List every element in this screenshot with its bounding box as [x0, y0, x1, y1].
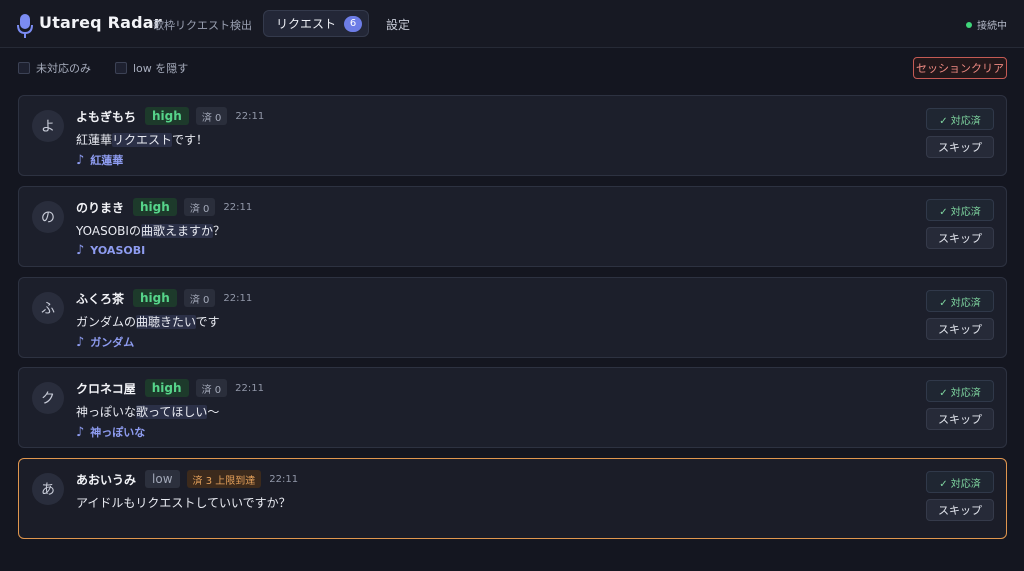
request-message: 神っぽいな歌ってほしい〜: [76, 403, 219, 420]
microphone-icon: [17, 14, 33, 38]
handled-count-badge: 済 0: [183, 289, 216, 307]
priority-badge: low: [145, 470, 180, 488]
detected-song: ♪ YOASOBI: [76, 243, 145, 258]
app-header: Utareq Radar 歌枠リクエスト検出 リクエスト 6 設定 接続中: [0, 0, 1024, 48]
user-name: ふくろ茶: [76, 291, 125, 306]
request-card: ク クロネコ屋 high 済 0 22:11 神っぽいな歌ってほしい〜 ♪ 神っ…: [18, 367, 1007, 448]
skip-button[interactable]: スキップ: [926, 408, 994, 430]
skip-button[interactable]: スキップ: [926, 136, 994, 158]
status-label: 接続中: [977, 21, 1007, 32]
message-text-tail: です！: [172, 133, 209, 147]
timestamp: 22:11: [223, 201, 253, 213]
filter-hide-low[interactable]: low を隠す: [115, 60, 188, 76]
message-text: アイドルもリクエストしていいですか？: [76, 496, 291, 510]
message-highlight: リクエスト: [112, 133, 173, 147]
request-card: の のりまき high 済 0 22:11 YOASOBIの曲歌えますか？ ♪ …: [18, 186, 1007, 267]
avatar: ふ: [32, 292, 64, 324]
skip-button[interactable]: スキップ: [926, 499, 994, 521]
tab-requests-label: リクエスト: [276, 17, 337, 31]
request-message: 紅蓮華リクエストです！: [76, 131, 208, 148]
handled-count-badge: 済 0: [195, 379, 228, 397]
handled-count-badge: 済 0: [195, 107, 228, 125]
mark-done-button[interactable]: ✓ 対応済: [926, 199, 994, 221]
song-title: YOASOBI: [90, 244, 146, 257]
music-note-icon: ♪: [76, 152, 85, 168]
music-note-icon: ♪: [76, 424, 85, 440]
app-title: Utareq Radar: [39, 13, 162, 32]
avatar: ク: [32, 382, 64, 414]
message-text: 神っぽいな: [76, 405, 137, 419]
message-highlight: 曲聴きたい: [136, 315, 196, 329]
request-meta: のりまき high 済 0 22:11: [76, 198, 252, 216]
request-message: ガンダムの曲聴きたいです: [76, 313, 220, 330]
song-title: ガンダム: [90, 336, 135, 349]
priority-badge: high: [144, 379, 189, 397]
clear-session-button[interactable]: セッションクリア: [913, 57, 1007, 79]
handled-count-badge: 済 0: [183, 198, 216, 216]
timestamp: 22:11: [223, 292, 253, 304]
handled-count-badge: 済 3 上限到達: [186, 470, 262, 488]
request-meta: よもぎもち high 済 0 22:11: [76, 107, 264, 125]
hide-low-label: low を隠す: [133, 62, 189, 75]
request-card-highlighted: あ あおいうみ low 済 3 上限到達 22:11 アイドルもリクエストしてい…: [18, 458, 1007, 539]
music-note-icon: ♪: [76, 243, 85, 258]
message-highlight: 歌ってほしい: [136, 405, 208, 419]
timestamp: 22:11: [235, 110, 265, 122]
filter-unhandled-only[interactable]: 未対応のみ: [18, 60, 91, 76]
request-message: YOASOBIの曲歌えますか？: [76, 222, 225, 239]
mark-done-button[interactable]: ✓ 対応済: [926, 290, 994, 312]
request-message: アイドルもリクエストしていいですか？: [76, 494, 291, 511]
request-meta: あおいうみ low 済 3 上限到達 22:11: [76, 470, 298, 488]
message-text: YOASOBIの: [76, 224, 141, 238]
timestamp: 22:11: [269, 473, 299, 485]
user-name: クロネコ屋: [76, 381, 136, 396]
request-meta: ふくろ茶 high 済 0 22:11: [76, 289, 252, 307]
user-name: よもぎもち: [76, 109, 137, 124]
detected-song: ♪ ガンダム: [76, 334, 134, 350]
avatar: の: [32, 201, 64, 233]
request-count-badge: 6: [344, 15, 363, 32]
request-meta: クロネコ屋 high 済 0 22:11: [76, 379, 264, 397]
avatar: あ: [32, 473, 64, 505]
message-text-tail: です: [195, 315, 220, 329]
skip-button[interactable]: スキップ: [926, 227, 994, 249]
filter-bar: 未対応のみ low を隠す: [18, 60, 212, 76]
tab-settings[interactable]: 設定: [386, 16, 410, 33]
mark-done-button[interactable]: ✓ 対応済: [926, 380, 994, 402]
app-subtitle: 歌枠リクエスト検出: [153, 19, 252, 32]
unhandled-only-label: 未対応のみ: [36, 62, 91, 75]
avatar: よ: [32, 110, 64, 142]
unhandled-only-checkbox[interactable]: [18, 62, 30, 74]
message-text: 紅蓮華: [76, 133, 113, 147]
user-name: あおいうみ: [76, 472, 137, 487]
priority-badge: high: [133, 198, 177, 216]
request-card: ふ ふくろ茶 high 済 0 22:11 ガンダムの曲聴きたいです ♪ ガンダ…: [18, 277, 1007, 358]
message-text-tail: 〜: [207, 405, 220, 419]
tab-requests[interactable]: リクエスト 6: [263, 10, 369, 37]
request-card: よ よもぎもち high 済 0 22:11 紅蓮華リクエストです！ ♪ 紅蓮華…: [18, 95, 1007, 176]
message-highlight: 曲歌えますか: [140, 224, 213, 238]
skip-button[interactable]: スキップ: [926, 318, 994, 340]
message-text-tail: ？: [212, 224, 225, 238]
timestamp: 22:11: [235, 382, 264, 394]
detected-song: ♪ 神っぽいな: [76, 424, 145, 440]
status-dot-icon: [966, 21, 972, 28]
priority-badge: high: [145, 107, 189, 125]
connection-status: 接続中: [966, 17, 1007, 32]
message-text: ガンダムの: [76, 315, 137, 329]
user-name: のりまき: [76, 200, 125, 215]
song-title: 紅蓮華: [90, 154, 124, 167]
music-note-icon: ♪: [76, 334, 85, 350]
priority-badge: high: [133, 289, 177, 307]
hide-low-checkbox[interactable]: [115, 62, 127, 74]
mark-done-button[interactable]: ✓ 対応済: [926, 471, 994, 493]
mark-done-button[interactable]: ✓ 対応済: [926, 108, 994, 130]
detected-song: ♪ 紅蓮華: [76, 152, 123, 168]
song-title: 神っぽいな: [90, 426, 146, 439]
